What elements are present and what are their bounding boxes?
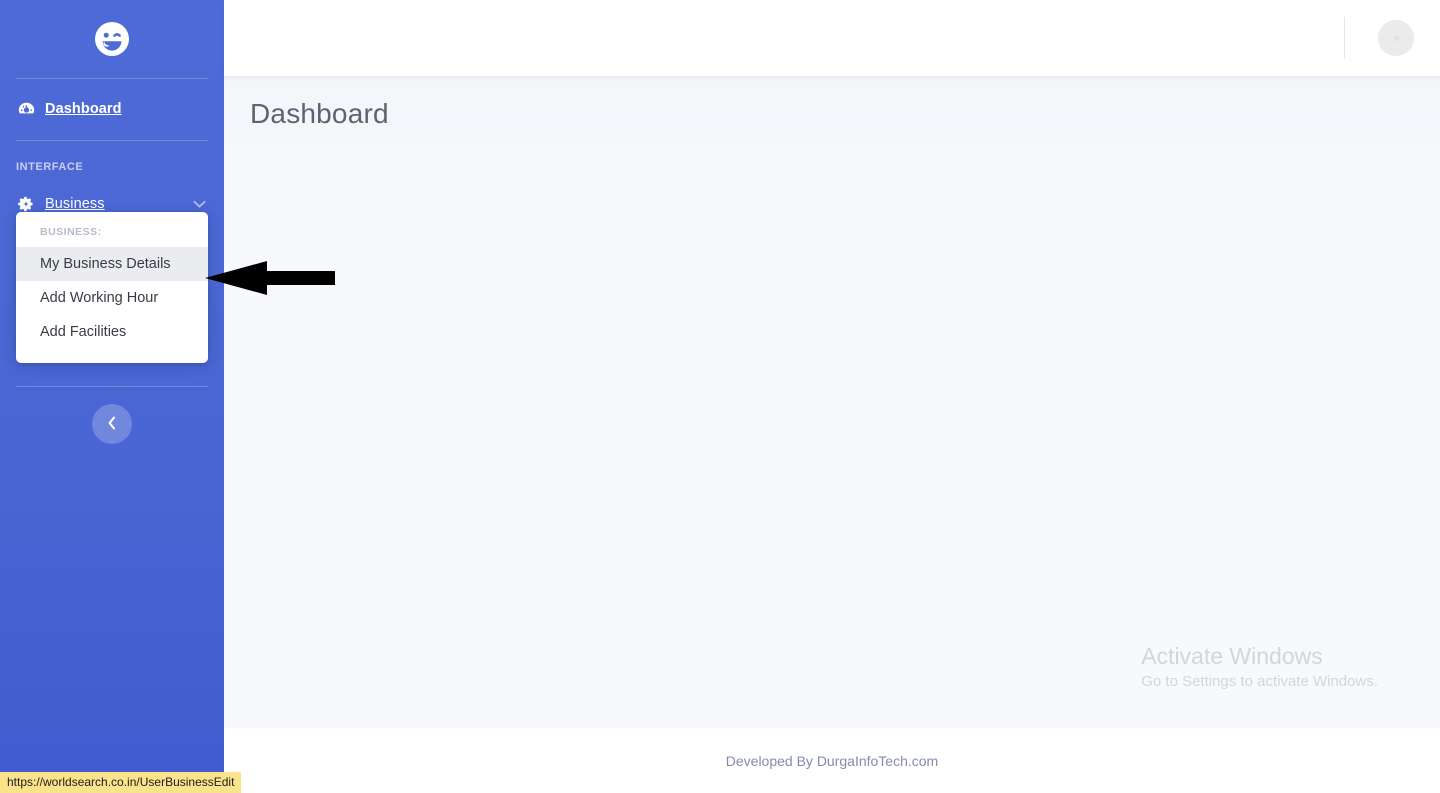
dropdown-item-label: Add Working Hour (40, 290, 159, 306)
browser-status-url: https://worldsearch.co.in/UserBusinessEd… (0, 772, 242, 793)
sidebar-item-dashboard[interactable]: Dashboard (0, 92, 224, 126)
sidebar-collapse-toggle[interactable] (92, 404, 132, 444)
dropdown-item-add-facilities[interactable]: Add Facilities (16, 315, 208, 349)
topbar (224, 0, 1440, 76)
footer-credit-text: Developed By DurgaInfoTech.com (725, 752, 939, 769)
tachometer-icon (16, 100, 36, 118)
watermark-title: Activate Windows (1141, 642, 1323, 669)
dropdown-item-add-working-hour[interactable]: Add Working Hour (16, 281, 208, 315)
sidebar-divider-middle (16, 140, 208, 141)
sidebar-divider-top (16, 78, 208, 79)
winking-smiley-face-icon (90, 17, 134, 61)
sidebar-item-label: Business (45, 196, 105, 212)
user-avatar-placeholder (1393, 35, 1399, 41)
windows-activation-watermark: Activate Windows Go to Settings to activ… (1141, 642, 1378, 693)
avatar[interactable] (1378, 20, 1414, 56)
dropdown-item-my-business-details[interactable]: My Business Details (16, 247, 208, 281)
watermark-subtitle: Go to Settings to activate Windows. (1141, 672, 1378, 690)
topbar-divider (1344, 17, 1345, 59)
brand-logo-link[interactable] (0, 0, 224, 78)
sidebar-item-label: Dashboard (45, 101, 122, 117)
chevron-down-icon (193, 200, 206, 209)
sidebar-divider-bottom (16, 386, 208, 387)
sidebar-section-heading: INTERFACE (16, 161, 84, 173)
business-dropdown-panel: BUSINESS: My Business Details Add Workin… (16, 212, 208, 363)
main-content: Dashboard Activate Windows Go to Setting… (224, 76, 1440, 728)
dropdown-item-label: My Business Details (40, 256, 171, 272)
chevron-left-icon (107, 416, 117, 433)
gear-icon (16, 195, 36, 213)
footer: Developed By DurgaInfoTech.com (224, 728, 1440, 793)
sidebar: Dashboard INTERFACE Business BUSINESS: M… (0, 0, 224, 793)
app-root: Dashboard INTERFACE Business BUSINESS: M… (0, 0, 1440, 793)
page-title: Dashboard (250, 98, 389, 129)
dropdown-heading: BUSINESS: (40, 226, 102, 238)
dropdown-item-label: Add Facilities (40, 324, 127, 340)
